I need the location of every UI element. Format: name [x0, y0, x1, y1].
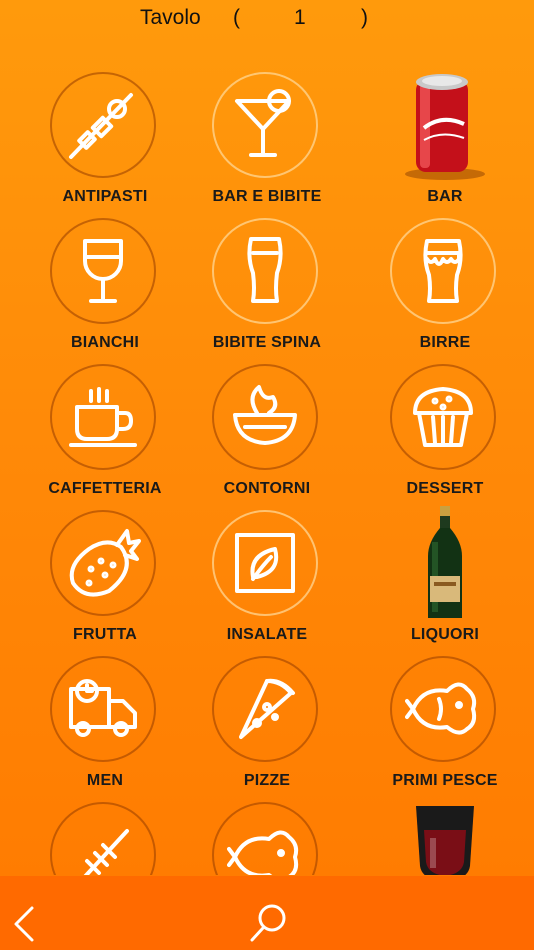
- category-item[interactable]: [356, 790, 534, 875]
- category-label: PIZZE: [243, 772, 291, 789]
- category-label: CONTORNI: [223, 480, 311, 497]
- table-number[interactable]: 1: [294, 6, 306, 30]
- bottle-icon: [428, 506, 462, 618]
- category-pizze[interactable]: PIZZE: [178, 644, 356, 790]
- category-label: MEN: [86, 772, 124, 789]
- category-label: BIANCHI: [70, 334, 140, 351]
- category-grid: ANTIPASTI BAR E BIBITE BAR BIANCHI BIBIT…: [0, 60, 534, 875]
- category-icon-circle: [50, 802, 156, 875]
- category-label: BAR E BIBITE: [212, 188, 322, 205]
- muffin-icon: [413, 387, 473, 447]
- category-label: INSALATE: [226, 626, 308, 643]
- category-label: CAFFETTERIA: [48, 480, 162, 497]
- category-dessert[interactable]: DESSERT: [356, 352, 534, 498]
- pizza-slice-icon: [239, 678, 295, 739]
- category-bar-e-bibite[interactable]: BAR E BIBITE: [178, 60, 356, 206]
- category-label: ANTIPASTI: [62, 188, 148, 205]
- category-icon-circle: [50, 218, 156, 324]
- category-contorni[interactable]: CONTORNI: [178, 352, 356, 498]
- category-item[interactable]: [178, 790, 356, 875]
- leaf-icon: [235, 533, 295, 593]
- beer-glass-icon: [423, 239, 463, 303]
- coffee-cup-icon: [69, 387, 137, 447]
- category-icon-circle: [50, 656, 156, 762]
- category-label: BIRRE: [419, 334, 471, 351]
- category-bibite-spina[interactable]: BIBITE SPINA: [178, 206, 356, 352]
- header: Tavolo ( 1 ): [0, 0, 534, 36]
- category-icon-circle: [212, 218, 318, 324]
- wine-glass-photo-icon: [416, 806, 474, 875]
- category-icon-circle: [212, 510, 318, 616]
- category-icon-circle: [390, 364, 496, 470]
- category-icon-circle: [50, 510, 156, 616]
- fish-icon: [405, 682, 477, 735]
- category-icon-circle: [212, 802, 318, 875]
- category-label: FRUTTA: [73, 626, 137, 643]
- category-label: PRIMI PESCE: [392, 772, 498, 789]
- table-label: Tavolo: [140, 6, 201, 29]
- category-icon-circle: [390, 656, 496, 762]
- category-label: BAR: [427, 188, 463, 205]
- strawberry-icon: [69, 529, 141, 597]
- category-icon-circle: [212, 72, 318, 178]
- search-icon[interactable]: [248, 902, 288, 944]
- wine-glass-icon: [83, 239, 123, 303]
- category-icon-circle: [212, 364, 318, 470]
- category-bar[interactable]: BAR: [356, 60, 534, 206]
- category-icon-circle: [50, 364, 156, 470]
- skewer-icon: [83, 829, 129, 875]
- category-label: DESSERT: [406, 480, 484, 497]
- category-icon-circle: [390, 218, 496, 324]
- bowl-icon: [233, 385, 297, 445]
- back-chevron-icon[interactable]: [10, 904, 38, 944]
- category-liquori[interactable]: LIQUORI: [356, 498, 534, 644]
- category-bianchi[interactable]: BIANCHI: [16, 206, 194, 352]
- bottom-toolbar: [0, 876, 534, 950]
- category-label: LIQUORI: [410, 626, 480, 643]
- category-caffetteria[interactable]: CAFFETTERIA: [16, 352, 194, 498]
- fish-icon: [227, 830, 299, 875]
- category-frutta[interactable]: FRUTTA: [16, 498, 194, 644]
- category-icon-circle: [212, 656, 318, 762]
- open-paren: (: [233, 6, 240, 29]
- close-paren: ): [361, 6, 368, 29]
- category-insalate[interactable]: INSALATE: [178, 498, 356, 644]
- category-men[interactable]: MEN: [16, 644, 194, 790]
- cola-can-icon: [405, 74, 485, 180]
- category-label: BIBITE SPINA: [212, 334, 322, 351]
- delivery-truck-icon: [69, 679, 137, 737]
- skewer-icon: [69, 93, 133, 159]
- category-icon-circle: [50, 72, 156, 178]
- category-item[interactable]: [16, 790, 194, 875]
- pint-glass-icon: [247, 237, 283, 303]
- cocktail-icon: [235, 89, 291, 157]
- category-antipasti[interactable]: ANTIPASTI: [16, 60, 194, 206]
- category-birre[interactable]: BIRRE: [356, 206, 534, 352]
- category-primi-pesce[interactable]: PRIMI PESCE: [356, 644, 534, 790]
